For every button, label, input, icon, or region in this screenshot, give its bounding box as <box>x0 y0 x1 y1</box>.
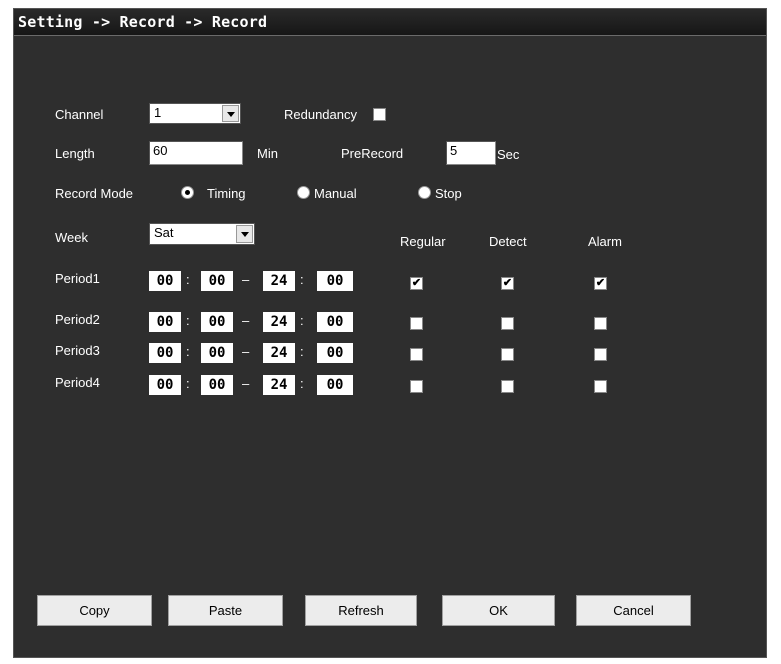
alarm-checkbox[interactable] <box>594 317 607 330</box>
start-minute-input[interactable]: 00 <box>201 271 233 291</box>
end-minute-input[interactable]: 00 <box>317 343 353 363</box>
chevron-down-icon[interactable] <box>236 225 253 243</box>
prerecord-unit: Sec <box>497 147 520 162</box>
radio-timing-label: Timing <box>207 186 246 201</box>
redundancy-label: Redundancy <box>284 107 357 122</box>
channel-select[interactable]: 1 <box>149 103 241 124</box>
alarm-checkbox[interactable] <box>594 380 607 393</box>
length-input[interactable]: 60 <box>149 141 243 165</box>
period-label: Period2 <box>55 312 100 327</box>
column-detect: Detect <box>489 234 527 249</box>
start-minute-input[interactable]: 00 <box>201 375 233 395</box>
regular-checkbox[interactable] <box>410 317 423 330</box>
end-hour-input[interactable]: 24 <box>263 271 295 291</box>
regular-checkbox[interactable] <box>410 348 423 361</box>
colon-separator: : <box>186 376 190 391</box>
detect-checkbox[interactable]: ✔ <box>501 277 514 290</box>
channel-label: Channel <box>55 107 104 122</box>
dash-separator: – <box>242 344 250 359</box>
colon-separator: : <box>186 272 190 287</box>
radio-manual-label: Manual <box>314 186 357 201</box>
dash-separator: – <box>242 272 250 287</box>
alarm-checkbox[interactable]: ✔ <box>594 277 607 290</box>
end-minute-input[interactable]: 00 <box>317 271 353 291</box>
period-label: Period4 <box>55 375 100 390</box>
week-label: Week <box>55 230 88 245</box>
start-hour-input[interactable]: 00 <box>149 343 181 363</box>
column-regular: Regular <box>400 234 446 249</box>
detect-checkbox[interactable] <box>501 348 514 361</box>
paste-button[interactable]: Paste <box>168 595 283 626</box>
end-hour-input[interactable]: 24 <box>263 375 295 395</box>
length-label: Length <box>55 146 95 161</box>
period-label: Period1 <box>55 271 100 286</box>
start-minute-input[interactable]: 00 <box>201 312 233 332</box>
refresh-button[interactable]: Refresh <box>305 595 417 626</box>
radio-stop[interactable] <box>418 186 431 199</box>
colon-separator: : <box>186 313 190 328</box>
window-title: Setting -> Record -> Record <box>18 13 268 31</box>
detect-checkbox[interactable] <box>501 317 514 330</box>
column-alarm: Alarm <box>588 234 622 249</box>
chevron-down-icon[interactable] <box>222 105 239 122</box>
radio-stop-label: Stop <box>435 186 462 201</box>
channel-value: 1 <box>154 105 162 120</box>
redundancy-checkbox[interactable] <box>373 108 386 121</box>
colon-separator: : <box>300 344 304 359</box>
week-select[interactable]: Sat <box>149 223 255 245</box>
copy-button[interactable]: Copy <box>37 595 152 626</box>
ok-button[interactable]: OK <box>442 595 555 626</box>
dash-separator: – <box>242 376 250 391</box>
colon-separator: : <box>186 344 190 359</box>
title-bar: Setting -> Record -> Record <box>14 9 766 36</box>
end-minute-input[interactable]: 00 <box>317 375 353 395</box>
prerecord-label: PreRecord <box>341 146 404 161</box>
colon-separator: : <box>300 376 304 391</box>
regular-checkbox[interactable] <box>410 380 423 393</box>
record-settings-window: Setting -> Record -> Record Channel 1 Re… <box>13 8 767 658</box>
detect-checkbox[interactable] <box>501 380 514 393</box>
dash-separator: – <box>242 313 250 328</box>
regular-checkbox[interactable]: ✔ <box>410 277 423 290</box>
length-unit: Min <box>257 146 278 161</box>
period-label: Period3 <box>55 343 100 358</box>
record-mode-label: Record Mode <box>55 186 134 201</box>
colon-separator: : <box>300 272 304 287</box>
colon-separator: : <box>300 313 304 328</box>
radio-timing[interactable] <box>181 186 194 199</box>
start-hour-input[interactable]: 00 <box>149 312 181 332</box>
start-minute-input[interactable]: 00 <box>201 343 233 363</box>
end-hour-input[interactable]: 24 <box>263 312 295 332</box>
alarm-checkbox[interactable] <box>594 348 607 361</box>
start-hour-input[interactable]: 00 <box>149 271 181 291</box>
cancel-button[interactable]: Cancel <box>576 595 691 626</box>
end-minute-input[interactable]: 00 <box>317 312 353 332</box>
radio-manual[interactable] <box>297 186 310 199</box>
prerecord-input[interactable]: 5 <box>446 141 496 165</box>
week-value: Sat <box>154 225 174 240</box>
end-hour-input[interactable]: 24 <box>263 343 295 363</box>
start-hour-input[interactable]: 00 <box>149 375 181 395</box>
